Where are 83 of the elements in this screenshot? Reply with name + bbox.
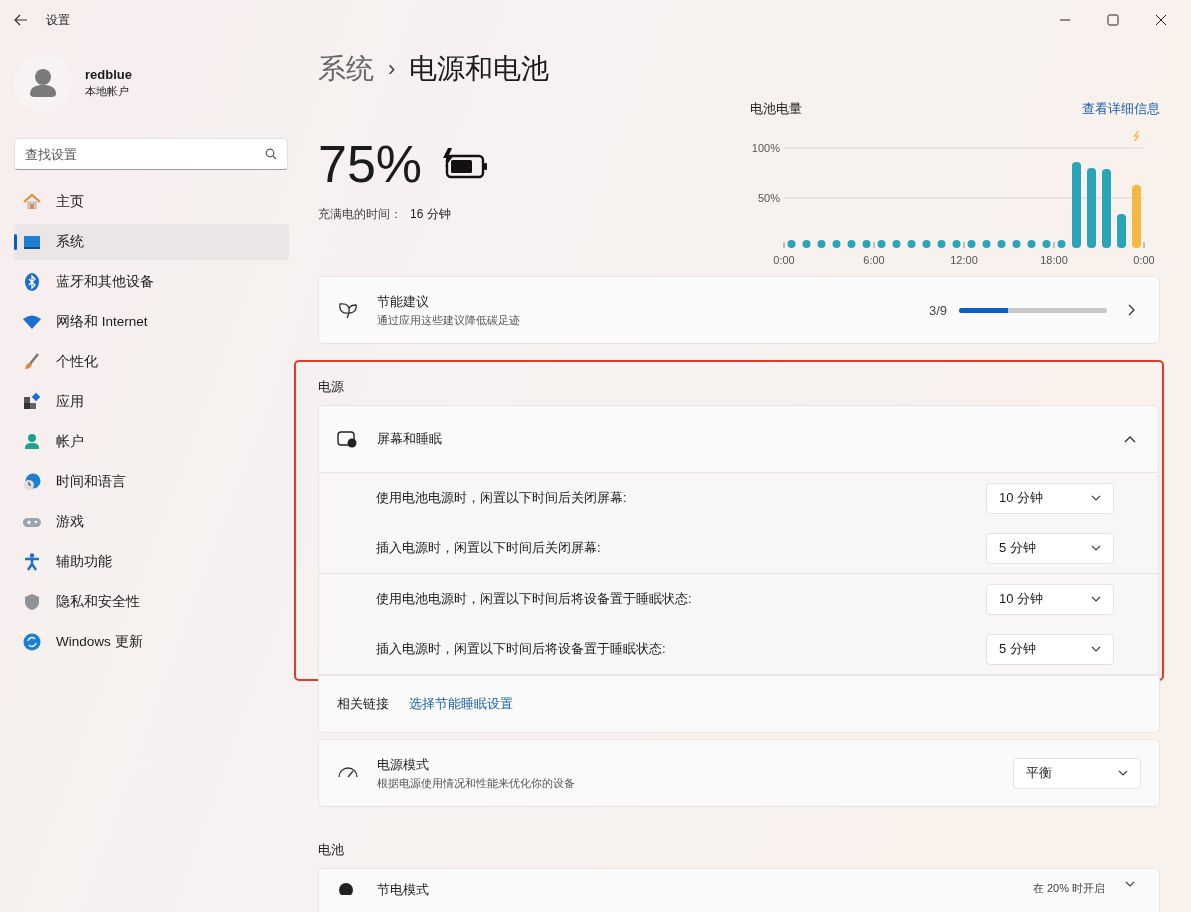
battery-saver-threshold[interactable]: 在 20% 时开启 — [1032, 881, 1105, 896]
house-icon — [22, 192, 42, 212]
section-heading: 电池 — [318, 841, 345, 859]
timeout-dropdown[interactable]: 5 分钟 — [986, 532, 1114, 564]
x-tick-label: 0:00 — [773, 254, 795, 266]
power-mode-dropdown[interactable]: 平衡 — [1013, 757, 1141, 789]
chevron-down-icon — [1091, 596, 1101, 602]
card-title: 节电模式 — [377, 881, 430, 899]
nav-item[interactable]: 游戏 — [14, 504, 289, 540]
x-tick-label: 0:00 — [1133, 254, 1155, 266]
battery-percentage: 75% — [318, 134, 423, 194]
breadcrumb-parent[interactable]: 系统 — [318, 50, 374, 88]
accessibility-icon — [22, 552, 42, 572]
card-subtitle: 通过应用这些建议降低碳足迹 — [377, 312, 521, 328]
chart-title: 电池电量 — [750, 100, 802, 118]
bar — [1117, 214, 1126, 248]
brush-icon — [22, 352, 42, 372]
timeout-dropdown[interactable]: 10 分钟 — [986, 583, 1114, 615]
charge-time-value: 16 分钟 — [410, 206, 451, 223]
card-title: 电源模式 — [377, 755, 430, 774]
bar — [1072, 162, 1081, 248]
nav-item[interactable]: 时间和语言 — [14, 464, 289, 500]
leaf-icon — [337, 300, 359, 320]
card-title: 节能建议 — [377, 292, 430, 311]
y-tick-label: 100% — [751, 142, 781, 154]
energy-recommendations-card[interactable]: 节能建议 通过应用这些建议降低碳足迹 3/9 — [318, 276, 1160, 344]
expander-title: 屏幕和睡眠 — [377, 430, 443, 448]
user-name: redblue — [85, 67, 132, 82]
setting-label: 使用电池电源时，闲置以下时间后关闭屏幕: — [376, 489, 628, 507]
screen-moon-icon — [337, 430, 357, 448]
nav-item[interactable]: Windows 更新 — [14, 624, 289, 660]
chevron-down-icon — [1118, 770, 1128, 776]
setting-label: 插入电源时，闲置以下时间后将设备置于睡眠状态: — [376, 640, 667, 658]
setting-label: 使用电池电源时，闲置以下时间后将设备置于睡眠状态: — [376, 590, 693, 608]
timeout-dropdown[interactable]: 5 分钟 — [986, 633, 1114, 665]
x-tick-label: 6:00 — [863, 254, 885, 266]
section-heading: 电源 — [318, 378, 345, 396]
nav-item[interactable]: 隐私和安全性 — [14, 584, 289, 620]
details-link[interactable]: 查看详细信息 — [1082, 100, 1160, 118]
chevron-down-icon — [1091, 545, 1101, 551]
bar — [1132, 185, 1141, 248]
y-tick-label: 50% — [757, 192, 781, 204]
nav-item[interactable]: 个性化 — [14, 344, 289, 380]
nav-item[interactable]: 主页 — [14, 184, 289, 220]
chevron-up-icon — [1124, 435, 1136, 443]
charging-bolt-icon — [1134, 131, 1139, 141]
close-icon[interactable] — [1155, 14, 1167, 26]
timeout-dropdown[interactable]: 10 分钟 — [986, 482, 1114, 514]
charge-time-label: 充满电的时间： — [318, 206, 402, 223]
chevron-right-icon — [1127, 304, 1135, 316]
window-title: 设置 — [46, 11, 70, 29]
back-arrow-icon[interactable] — [14, 14, 28, 26]
bar — [1087, 168, 1096, 248]
related-links-label: 相关链接 — [337, 695, 389, 713]
page-title: 电源和电池 — [409, 52, 550, 86]
chevron-down-icon — [1091, 495, 1101, 501]
x-tick-label: 18:00 — [1040, 254, 1068, 266]
expander-header[interactable]: 屏幕和睡眠 — [318, 405, 1159, 473]
card-subtitle: 根据电源使用情况和性能来优化你的设备 — [377, 775, 576, 791]
related-link[interactable]: 选择节能睡眠设置 — [409, 695, 513, 713]
breadcrumb-separator: › — [388, 56, 396, 82]
apps-icon — [22, 392, 42, 412]
chevron-down-icon — [1091, 646, 1101, 652]
setting-label: 插入电源时，闲置以下时间后关闭屏幕: — [376, 539, 602, 557]
person-icon — [22, 432, 42, 452]
chevron-down-icon — [1125, 881, 1135, 887]
nav-item[interactable]: 辅助功能 — [14, 544, 289, 580]
nav-item[interactable]: 网络和 Internet — [14, 304, 289, 340]
bluetooth-icon — [22, 272, 42, 292]
bar — [1102, 169, 1111, 248]
recommendation-count: 3/9 — [928, 302, 947, 318]
search-field[interactable]: 查找设置 — [14, 138, 288, 170]
x-tick-label: 12:00 — [950, 254, 978, 266]
nav-item[interactable]: 帐户 — [14, 424, 289, 460]
nav-item[interactable]: 应用 — [14, 384, 289, 420]
nav-item[interactable]: 系统 — [14, 224, 289, 260]
update-icon — [22, 632, 42, 652]
nav-item[interactable]: 蓝牙和其他设备 — [14, 264, 289, 300]
search-icon — [265, 148, 277, 160]
account-type: 本地帐户 — [85, 84, 130, 99]
maximize-icon[interactable] — [1107, 14, 1119, 26]
globe-clock-icon — [22, 472, 42, 492]
shield-icon — [22, 592, 42, 612]
